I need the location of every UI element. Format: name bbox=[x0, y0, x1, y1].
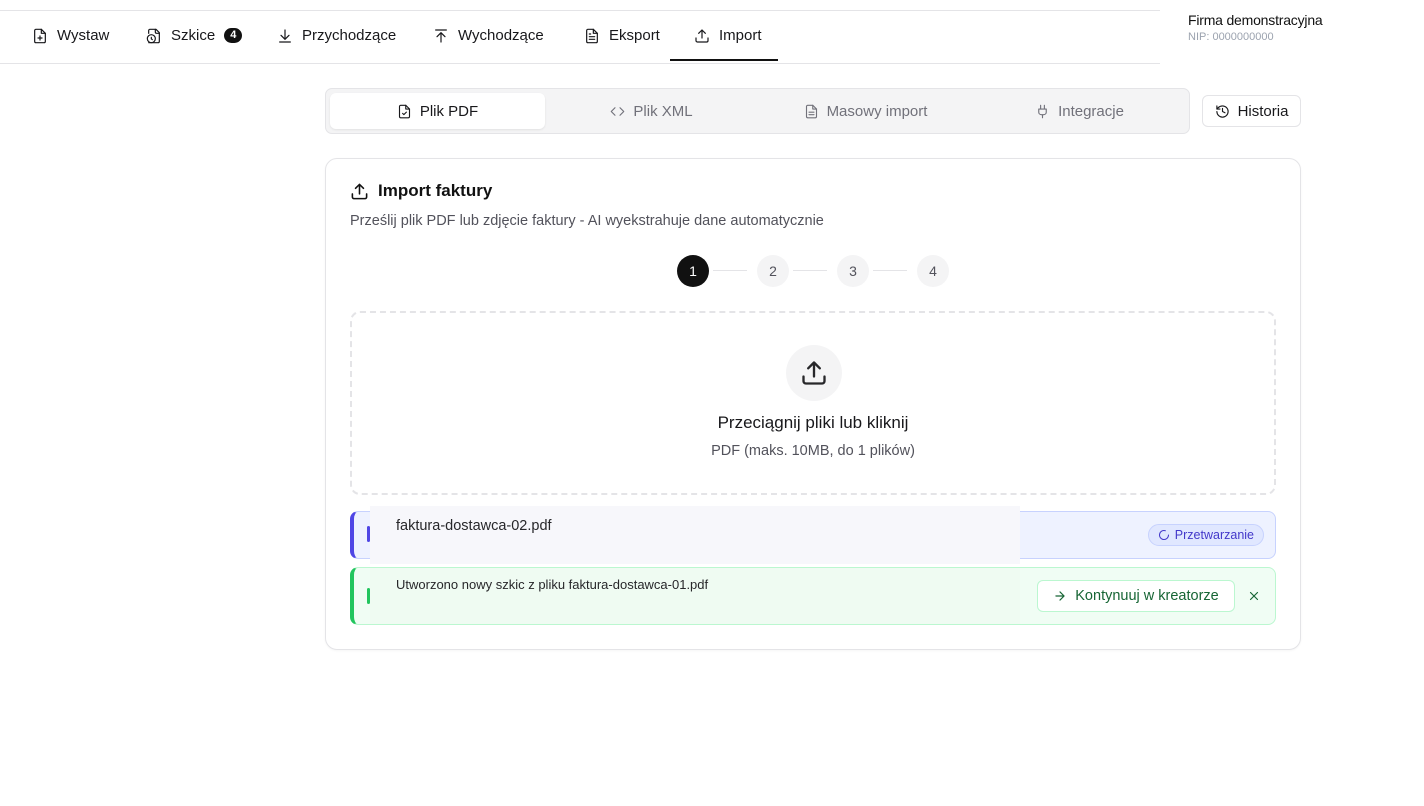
plug-icon bbox=[1038, 104, 1047, 118]
stepper: 1 2 3 4 bbox=[677, 255, 949, 287]
file-name-panel: faktura-dostawca-02.pdf bbox=[370, 506, 1020, 564]
step-4: 4 bbox=[917, 255, 949, 287]
file-row-processing: faktura-dostawca-02.pdf Przetwarzanie bbox=[350, 506, 1276, 564]
nav-item-eksport[interactable]: Eksport bbox=[584, 11, 660, 60]
company-name: Firma demonstracyjna bbox=[1188, 12, 1323, 28]
tab-label: Integracje bbox=[1058, 102, 1124, 120]
company-nip: NIP: 0000000000 bbox=[1188, 31, 1274, 43]
upload-icon bbox=[351, 183, 368, 199]
download-icon bbox=[279, 28, 291, 43]
continue-in-wizard-button[interactable]: Kontynuuj w kreatorze bbox=[1037, 580, 1235, 612]
nav-label: Wychodzące bbox=[458, 27, 544, 44]
dropzone-subtitle: PDF (maks. 10MB, do 1 plików) bbox=[711, 443, 915, 459]
import-icon bbox=[695, 28, 709, 43]
file-stack-icon bbox=[805, 104, 817, 118]
code-icon bbox=[611, 106, 625, 116]
nav-item-wystaw[interactable]: Wystaw bbox=[32, 11, 109, 60]
step-connector bbox=[713, 270, 747, 271]
import-card: Import faktury Prześlij plik PDF lub zdj… bbox=[325, 158, 1301, 650]
spinner-icon bbox=[1158, 530, 1169, 540]
success-message: Utworzono nowy szkic z pliku faktura-dos… bbox=[396, 577, 709, 592]
tab-masowy-import[interactable]: Masowy import bbox=[758, 93, 973, 129]
upload-icon bbox=[435, 28, 447, 43]
nav-item-szkice[interactable]: Szkice 4 bbox=[146, 11, 243, 60]
nav-item-import[interactable]: Import bbox=[670, 11, 777, 61]
nav-item-przychodzace[interactable]: Przychodzące bbox=[277, 11, 396, 60]
card-title: Import faktury bbox=[350, 181, 492, 201]
step-connector bbox=[873, 270, 907, 271]
close-icon bbox=[1249, 591, 1259, 601]
card-description: Prześlij plik PDF lub zdjęcie faktury - … bbox=[350, 213, 824, 229]
file-name: faktura-dostawca-02.pdf bbox=[396, 518, 552, 534]
file-plus-icon bbox=[34, 28, 46, 43]
upload-icon bbox=[786, 345, 842, 401]
nav-label: Import bbox=[719, 27, 762, 44]
nav-label: Szkice bbox=[171, 27, 216, 44]
history-label: Historia bbox=[1237, 102, 1289, 120]
step-2: 2 bbox=[757, 255, 789, 287]
dismiss-button[interactable] bbox=[1245, 587, 1263, 605]
main-nav: Wystaw Szkice 4 Przychodzące Wychodzące … bbox=[0, 11, 1160, 64]
success-message-panel: Utworzono nowy szkic z pliku faktura-dos… bbox=[370, 568, 1020, 624]
history-icon bbox=[1215, 104, 1229, 118]
tab-plik-pdf[interactable]: Plik PDF bbox=[330, 93, 545, 129]
arrow-right-icon bbox=[1055, 591, 1065, 601]
card-title-text: Import faktury bbox=[378, 181, 493, 200]
drafts-count-badge: 4 bbox=[224, 28, 243, 43]
history-button[interactable]: Historia bbox=[1202, 95, 1301, 127]
step-3: 3 bbox=[837, 255, 869, 287]
status-badge: Przetwarzanie bbox=[1147, 524, 1264, 546]
company-switcher[interactable]: Firma demonstracyjna NIP: 0000000000 bbox=[1188, 12, 1323, 43]
tab-plik-xml[interactable]: Plik XML bbox=[544, 93, 759, 129]
nav-item-wychodzace[interactable]: Wychodzące bbox=[433, 11, 544, 60]
file-dropzone[interactable]: Przeciągnij pliki lub kliknij PDF (maks.… bbox=[350, 311, 1276, 495]
tab-label: Plik XML bbox=[633, 102, 693, 120]
nav-label: Eksport bbox=[609, 27, 660, 44]
nav-label: Wystaw bbox=[57, 27, 110, 44]
import-type-tabs: Plik PDF Plik XML Masowy import Integrac… bbox=[325, 88, 1190, 134]
file-row-success: Utworzono nowy szkic z pliku faktura-dos… bbox=[350, 567, 1276, 625]
step-1: 1 bbox=[677, 255, 709, 287]
nav-label: Przychodzące bbox=[302, 27, 397, 44]
drafts-icon bbox=[146, 28, 160, 43]
file-text-icon bbox=[586, 28, 598, 43]
tab-label: Masowy import bbox=[826, 102, 928, 120]
status-label: Przetwarzanie bbox=[1174, 528, 1254, 542]
file-pdf-icon bbox=[398, 104, 410, 118]
continue-label: Kontynuuj w kreatorze bbox=[1075, 588, 1219, 604]
tab-label: Plik PDF bbox=[419, 102, 479, 120]
tab-integracje[interactable]: Integracje bbox=[972, 93, 1187, 129]
dropzone-title: Przeciągnij pliki lub kliknij bbox=[717, 413, 909, 432]
step-connector bbox=[793, 270, 827, 271]
